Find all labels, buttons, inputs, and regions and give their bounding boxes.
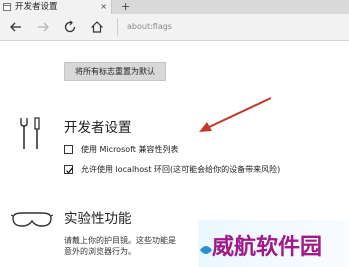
- tools-icon: [20, 117, 40, 149]
- new-tab-button[interactable]: +: [121, 0, 130, 13]
- address-bar[interactable]: about:flags: [117, 18, 349, 36]
- localhost-loopback-label: 允许使用 localhost 环回(这可能会给你的设备带来风险): [81, 165, 281, 174]
- localhost-loopback-checkbox[interactable]: [64, 165, 73, 174]
- tab-bar: 开发者设置 × +: [0, 0, 349, 14]
- experimental-description-line-1: 请戴上你的护目镜。这些功能是: [64, 236, 176, 245]
- home-icon[interactable]: [89, 19, 105, 35]
- tab-close-icon[interactable]: ×: [100, 0, 107, 14]
- watermark-logo: 威航软件园: [198, 220, 349, 267]
- experimental-features-heading: 实验性功能: [64, 211, 132, 227]
- refresh-icon[interactable]: [62, 19, 78, 35]
- goggles-icon: [11, 212, 53, 227]
- compat-list-label: 使用 Microsoft 兼容性列表: [81, 145, 179, 154]
- tab-developer-settings[interactable]: 开发者设置 ×: [0, 0, 112, 14]
- navigation-bar: about:flags: [0, 14, 349, 41]
- tab-title: 开发者设置: [15, 2, 58, 12]
- compat-list-checkbox[interactable]: [64, 145, 73, 154]
- address-url: about:flags: [127, 22, 172, 31]
- arrow-left-icon[interactable]: [8, 19, 24, 35]
- reset-flags-button[interactable]: 将所有标志重置为默认: [64, 62, 166, 81]
- developer-settings-heading: 开发者设置: [64, 120, 132, 136]
- watermark-text: 威航软件园: [212, 235, 323, 260]
- experimental-description-line-2: 意外的浏览器行为。: [64, 247, 136, 256]
- annotation-arrow: [199, 97, 272, 132]
- arrow-right-icon[interactable]: [35, 19, 51, 35]
- checkmark-icon: [66, 167, 73, 174]
- page-icon: [3, 3, 11, 11]
